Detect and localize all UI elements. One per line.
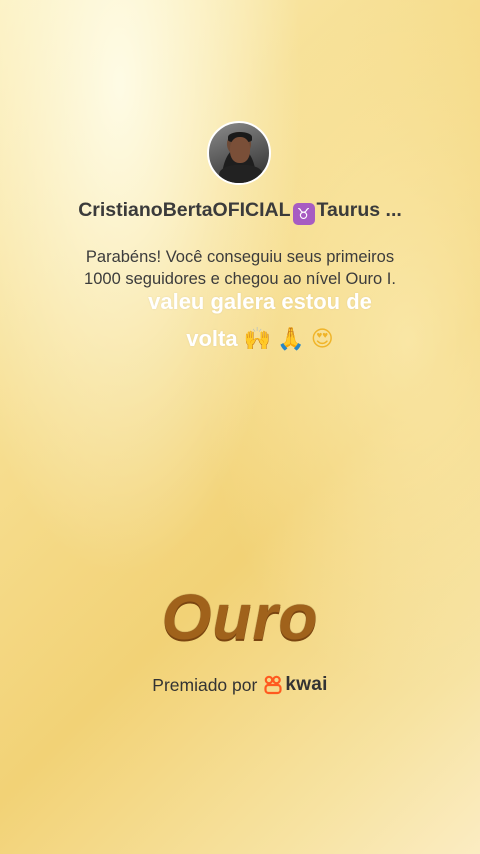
kwai-brand-text: kwai	[285, 674, 328, 695]
award-attribution: Premiado por kwai	[0, 674, 480, 696]
taurus-icon: ♉	[292, 203, 315, 225]
zodiac-label: Taurus ...	[316, 199, 402, 221]
profile-username: CristianoBertaOFICIAL	[78, 199, 291, 221]
level-title: Ouro	[161, 581, 319, 653]
award-label: Premiado por	[152, 674, 258, 695]
kwai-icon	[264, 675, 282, 695]
raising-hands-emoji: 🙌	[243, 327, 272, 352]
caption-line2-row: volta 🙌 🙏 😍	[95, 320, 425, 358]
heart-eyes-emoji: 😍	[310, 327, 334, 352]
caption-line2: volta	[186, 326, 238, 351]
overlay-caption: valeu galera estou de volta 🙌 🙏 😍	[95, 283, 425, 358]
folded-hands-emoji: 🙏	[277, 327, 305, 352]
achievement-message-line1: Parabéns! Você conseguiu seus primeiros	[85, 248, 395, 266]
profile-username-row[interactable]: CristianoBertaOFICIAL ♉ Taurus ...	[0, 199, 480, 225]
caption-line1: valeu galera estou de	[148, 289, 372, 314]
avatar[interactable]	[207, 121, 271, 185]
avatar-shirt	[219, 165, 263, 183]
avatar-face	[230, 137, 250, 163]
kwai-logo: kwai	[263, 674, 327, 696]
